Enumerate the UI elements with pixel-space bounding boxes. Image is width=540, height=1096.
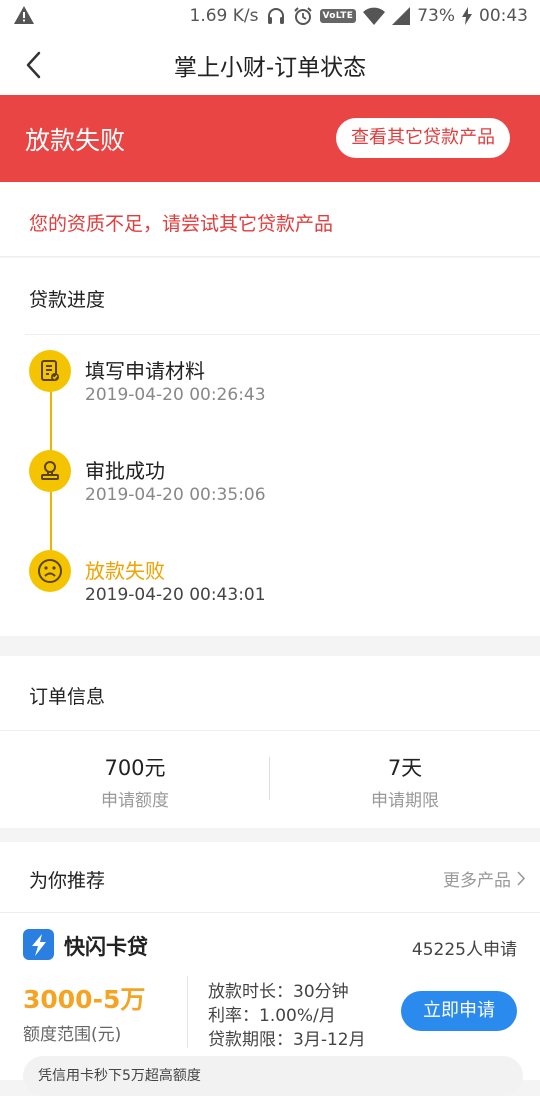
status-banner: 放款失败 查看其它贷款产品 <box>0 95 540 182</box>
step-name: 放款失败 <box>85 559 165 583</box>
progress-title: 贷款进度 <box>29 289 106 311</box>
loan-status: 放款失败 <box>25 126 126 155</box>
more-products-label: 更多产品 <box>443 871 511 891</box>
network-speed: 1.69 K/s <box>189 6 259 26</box>
applicant-count: 45225人申请 <box>411 940 517 960</box>
charging-icon <box>462 7 472 25</box>
applied-amount-value: 700元 <box>104 756 166 780</box>
recommend-title: 为你推荐 <box>29 870 106 892</box>
step-time: 2019-04-20 00:35:06 <box>85 485 266 505</box>
stamp-icon <box>29 450 71 492</box>
failure-reason: 您的资质不足，请尝试其它贷款产品 <box>0 182 540 257</box>
failure-reason-text: 您的资质不足，请尝试其它贷款产品 <box>29 213 334 235</box>
divider <box>25 334 540 335</box>
applied-term-label: 申请期限 <box>371 791 439 811</box>
promo-banner: 凭信用卡秒下5万超高额度 <box>23 1056 523 1096</box>
recommend-section: 为你推荐 更多产品 快闪卡贷 45225人申请 3000-5万 额度范围(元) … <box>0 842 540 1096</box>
apply-now-button[interactable]: 立即申请 <box>401 991 517 1031</box>
headphones-icon <box>267 8 284 24</box>
applied-amount: 700元 申请额度 <box>0 752 270 811</box>
order-info-section: 订单信息 700元 申请额度 7天 申请期限 <box>0 656 540 828</box>
sad-face-icon <box>29 550 71 592</box>
product-amount-label: 额度范围(元) <box>23 1025 122 1045</box>
signal-icon <box>392 7 411 25</box>
document-check-icon <box>29 350 71 392</box>
promo-text: 凭信用卡秒下5万超高额度 <box>38 1068 201 1084</box>
alarm-icon <box>293 7 312 25</box>
lightning-logo-icon <box>23 929 54 960</box>
order-info-title: 订单信息 <box>29 686 106 708</box>
clock: 00:43 <box>479 6 528 26</box>
product-detail: 放款时长：30分钟 <box>208 982 349 1002</box>
warning-icon <box>14 6 34 24</box>
battery-level: 73% <box>417 6 455 26</box>
volte-icon: VoLTE <box>319 9 357 23</box>
divider <box>187 976 188 1048</box>
wifi-icon <box>363 7 386 25</box>
step-name: 审批成功 <box>85 459 165 483</box>
applied-term-value: 7天 <box>387 756 423 780</box>
product-amount: 3000-5万 <box>23 985 146 1014</box>
product-detail: 贷款期限：3月-12月 <box>208 1030 366 1050</box>
loan-progress-section: 贷款进度 填写申请材料 2019-04-20 00:26:43 审批成功 201… <box>0 258 540 636</box>
divider <box>0 730 540 731</box>
step-time: 2019-04-20 00:26:43 <box>85 385 266 405</box>
divider <box>0 912 540 913</box>
step-name: 填写申请材料 <box>85 359 205 383</box>
step-time: 2019-04-20 00:43:01 <box>85 585 266 605</box>
applied-amount-label: 申请额度 <box>101 791 169 811</box>
applied-term: 7天 申请期限 <box>270 752 540 811</box>
status-bar: 1.69 K/s VoLTE 73% 00:43 <box>0 0 540 32</box>
product-detail: 利率：1.00%/月 <box>208 1006 336 1026</box>
page-title: 掌上小财-订单状态 <box>173 55 367 81</box>
more-products-link[interactable]: 更多产品 <box>443 866 526 891</box>
view-other-products-button[interactable]: 查看其它贷款产品 <box>336 118 510 158</box>
chevron-right-icon <box>517 871 526 886</box>
nav-bar: 掌上小财-订单状态 <box>0 32 540 95</box>
product-name: 快闪卡贷 <box>64 935 148 959</box>
